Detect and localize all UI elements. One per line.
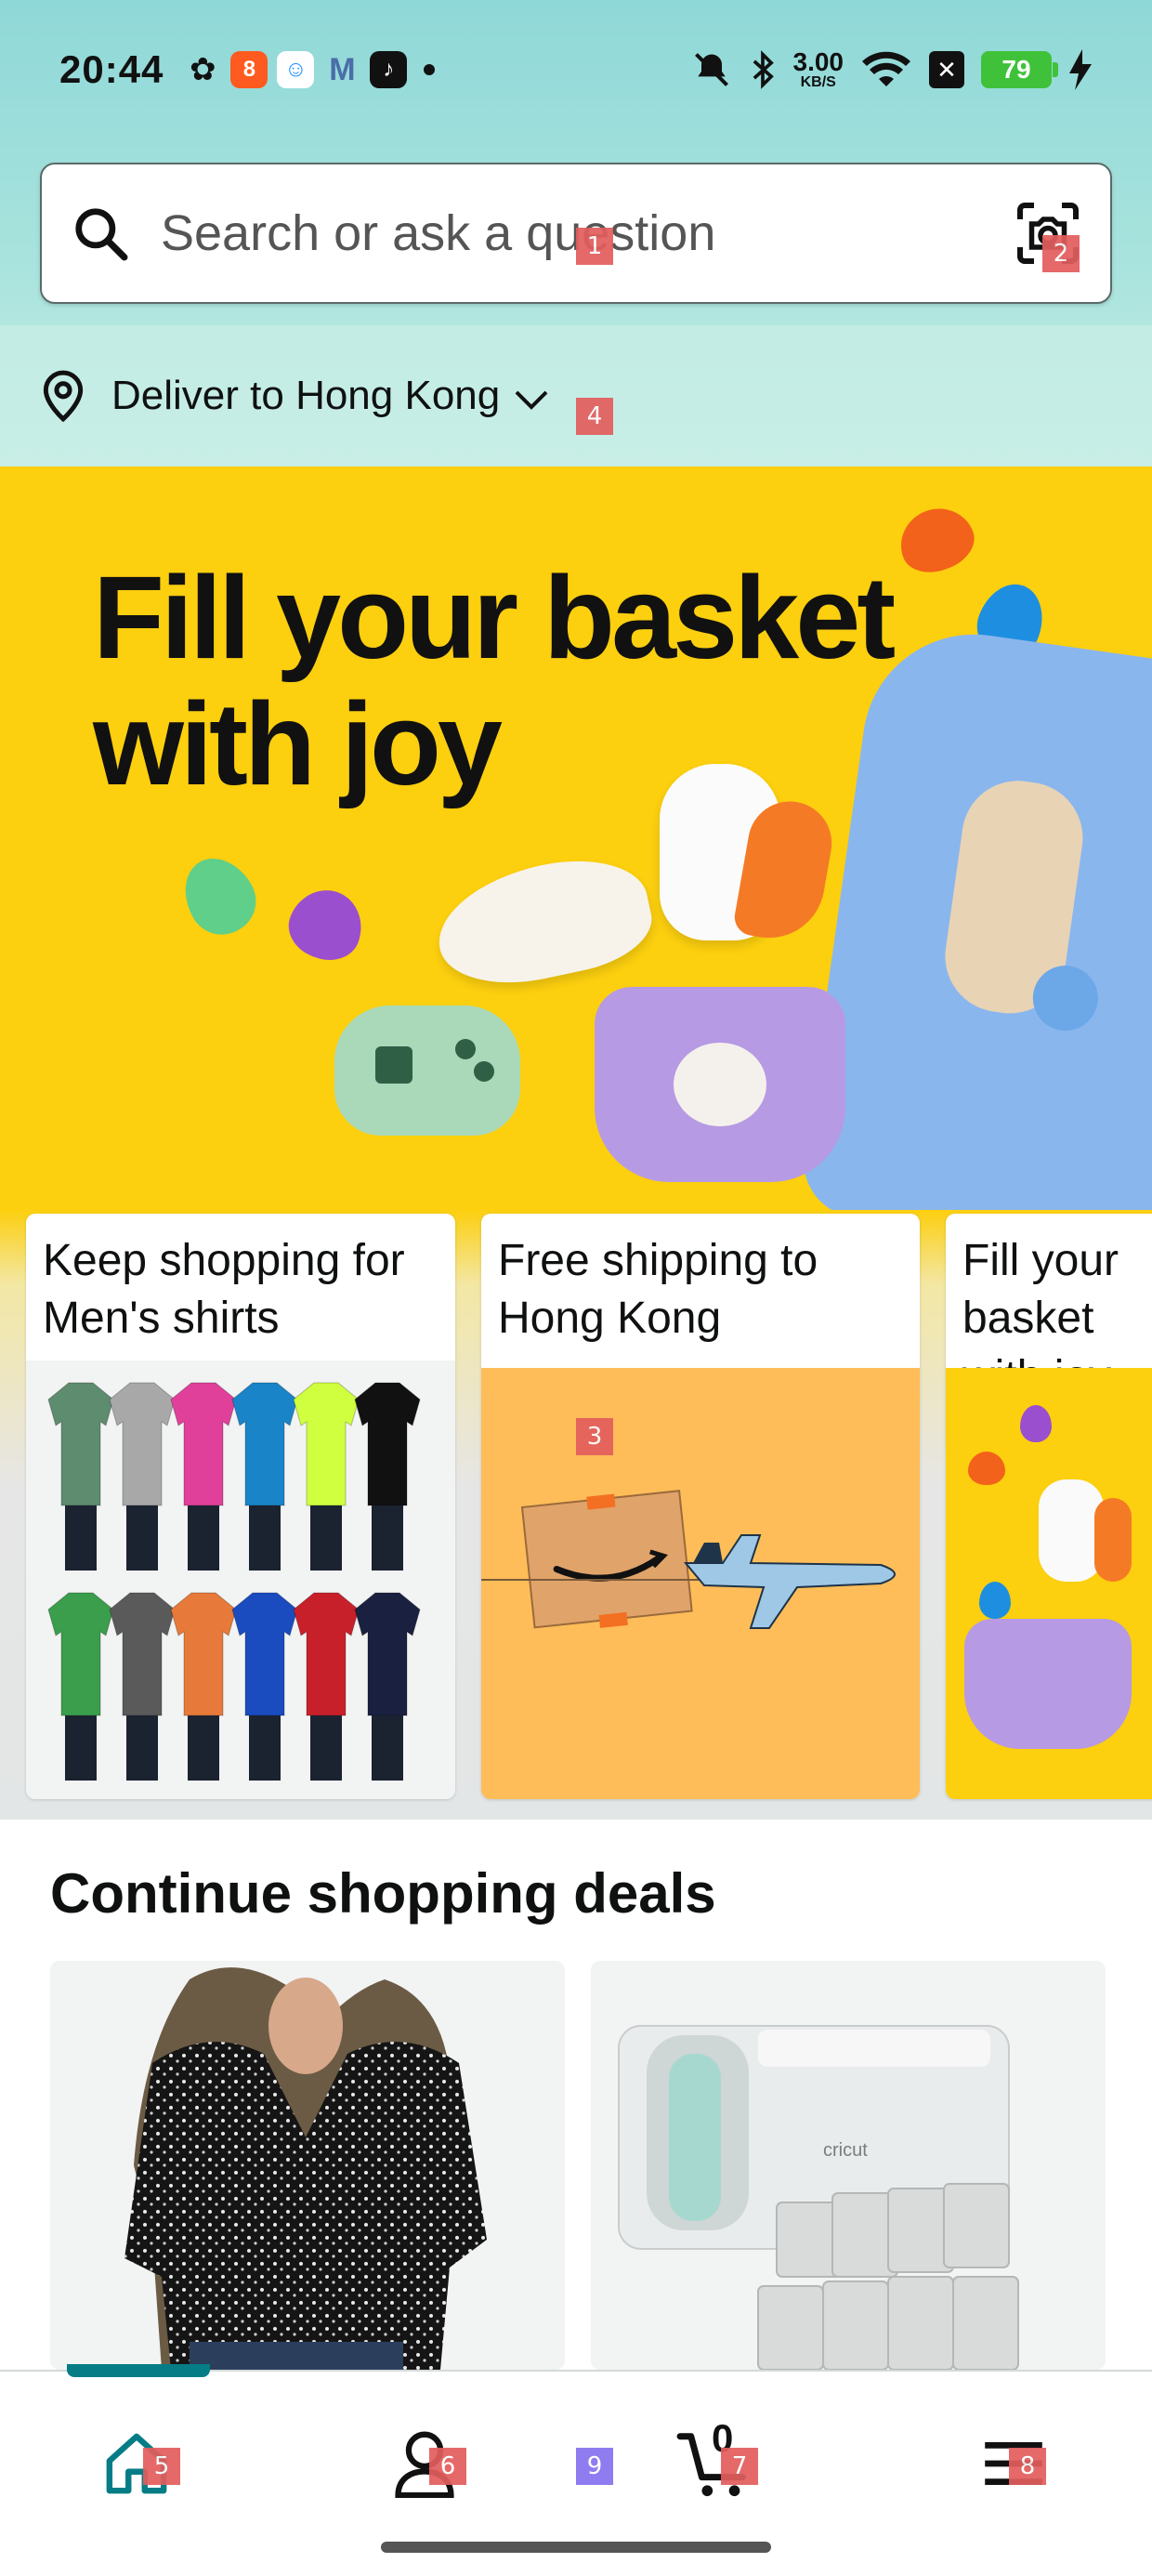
tshirt-item [354,1382,421,1571]
speed-unit: KB/S [800,74,836,90]
hero-title-line2: with joy [93,678,503,810]
bunny-purse-image [595,987,845,1182]
active-tab-indicator [67,2364,210,2377]
easter-egg-purple [280,879,373,970]
location-pin-icon [43,370,84,423]
wechat-icon: ✿ [190,52,216,87]
shipping-image [481,1368,920,1799]
deliver-location-bar[interactable]: Deliver to Hong Kong [0,325,1152,467]
hero-banner[interactable]: Fill your basket with joy [0,467,1152,1210]
deal-product-blouse[interactable] [50,1961,565,2370]
tshirt-item [231,1592,298,1781]
marker-9: 9 [576,2448,613,2485]
card-title: Fill your basket with joy [962,1236,1119,1401]
notification-icons: ✿ 8 ☺ M ♪ [184,51,436,88]
charging-icon [1069,49,1092,90]
hero-title: Fill your basket with joy [93,552,966,810]
card-fill-basket[interactable]: Fill your basket with joy [946,1214,1152,1799]
easter-egg-green [170,845,268,947]
status-bar: 20:44 ✿ 8 ☺ M ♪ 3.00 KB/S ✕ 79 [0,0,1152,139]
marker-1: 1 [576,228,613,265]
section-title: Continue shopping deals [50,1862,716,1925]
search-input[interactable]: Search or ask a question [161,204,715,262]
card-title: Free shipping to Hong Kong [498,1236,818,1344]
marker-2: 2 [1042,235,1080,272]
package-plane-illustration [481,1490,896,1629]
marker-4: 4 [576,398,613,435]
tshirt-item [354,1592,421,1781]
search-icon[interactable] [72,204,129,262]
card-mens-shirts[interactable]: Keep shopping for Men's shirts [26,1214,455,1799]
tshirt-item [47,1592,114,1781]
deliver-label[interactable]: Deliver to Hong Kong [111,373,500,419]
status-time: 20:44 [59,47,164,91]
network-speed: 3.00 KB/S [793,49,844,90]
bluetooth-icon [753,50,774,89]
tshirt-item [170,1382,237,1571]
game-controller-image [334,1005,520,1136]
tshirt-item [47,1382,114,1571]
marker-8: 8 [1009,2448,1046,2485]
marker-5: 5 [143,2448,180,2485]
card-free-shipping[interactable]: Free shipping to Hong Kong [481,1214,920,1799]
tshirt-item [293,1592,360,1781]
bunny-plate-image [427,845,660,999]
qq-icon: ☺ [277,51,315,88]
tshirt-item [231,1382,298,1571]
mug-press-image: cricut [618,2025,1019,2370]
blouse-image [124,1967,487,2370]
marker-6: 6 [429,2448,466,2485]
mens-shirts-image [26,1360,455,1799]
mute-icon [694,53,728,86]
battery-indicator: 79 [981,51,1058,88]
chevron-down-icon[interactable] [513,386,550,414]
tshirt-item [170,1592,237,1781]
marker-3: 3 [576,1418,613,1455]
more-dot-icon [424,64,436,75]
x-app-icon: ✕ [929,51,964,88]
gmail-icon: M [329,51,356,87]
taobao-icon: 8 [230,51,268,88]
hero-title-line1: Fill your basket [93,552,896,683]
deal-product-mug-press[interactable]: cricut [591,1961,1106,2370]
speed-value: 3.00 [792,47,844,76]
shirts-illustration [47,1382,421,1781]
product-brand-label: cricut [823,2140,868,2161]
tshirt-item [293,1382,360,1571]
tshirt-item [109,1592,176,1781]
card-title: Keep shopping for Men's shirts [43,1236,405,1344]
tiktok-icon: ♪ [370,51,408,88]
tshirt-item [109,1382,176,1571]
wifi-icon [862,51,910,86]
marker-7: 7 [721,2448,758,2485]
gesture-home-bar[interactable] [381,2542,771,2553]
basket-card-image [946,1368,1152,1799]
